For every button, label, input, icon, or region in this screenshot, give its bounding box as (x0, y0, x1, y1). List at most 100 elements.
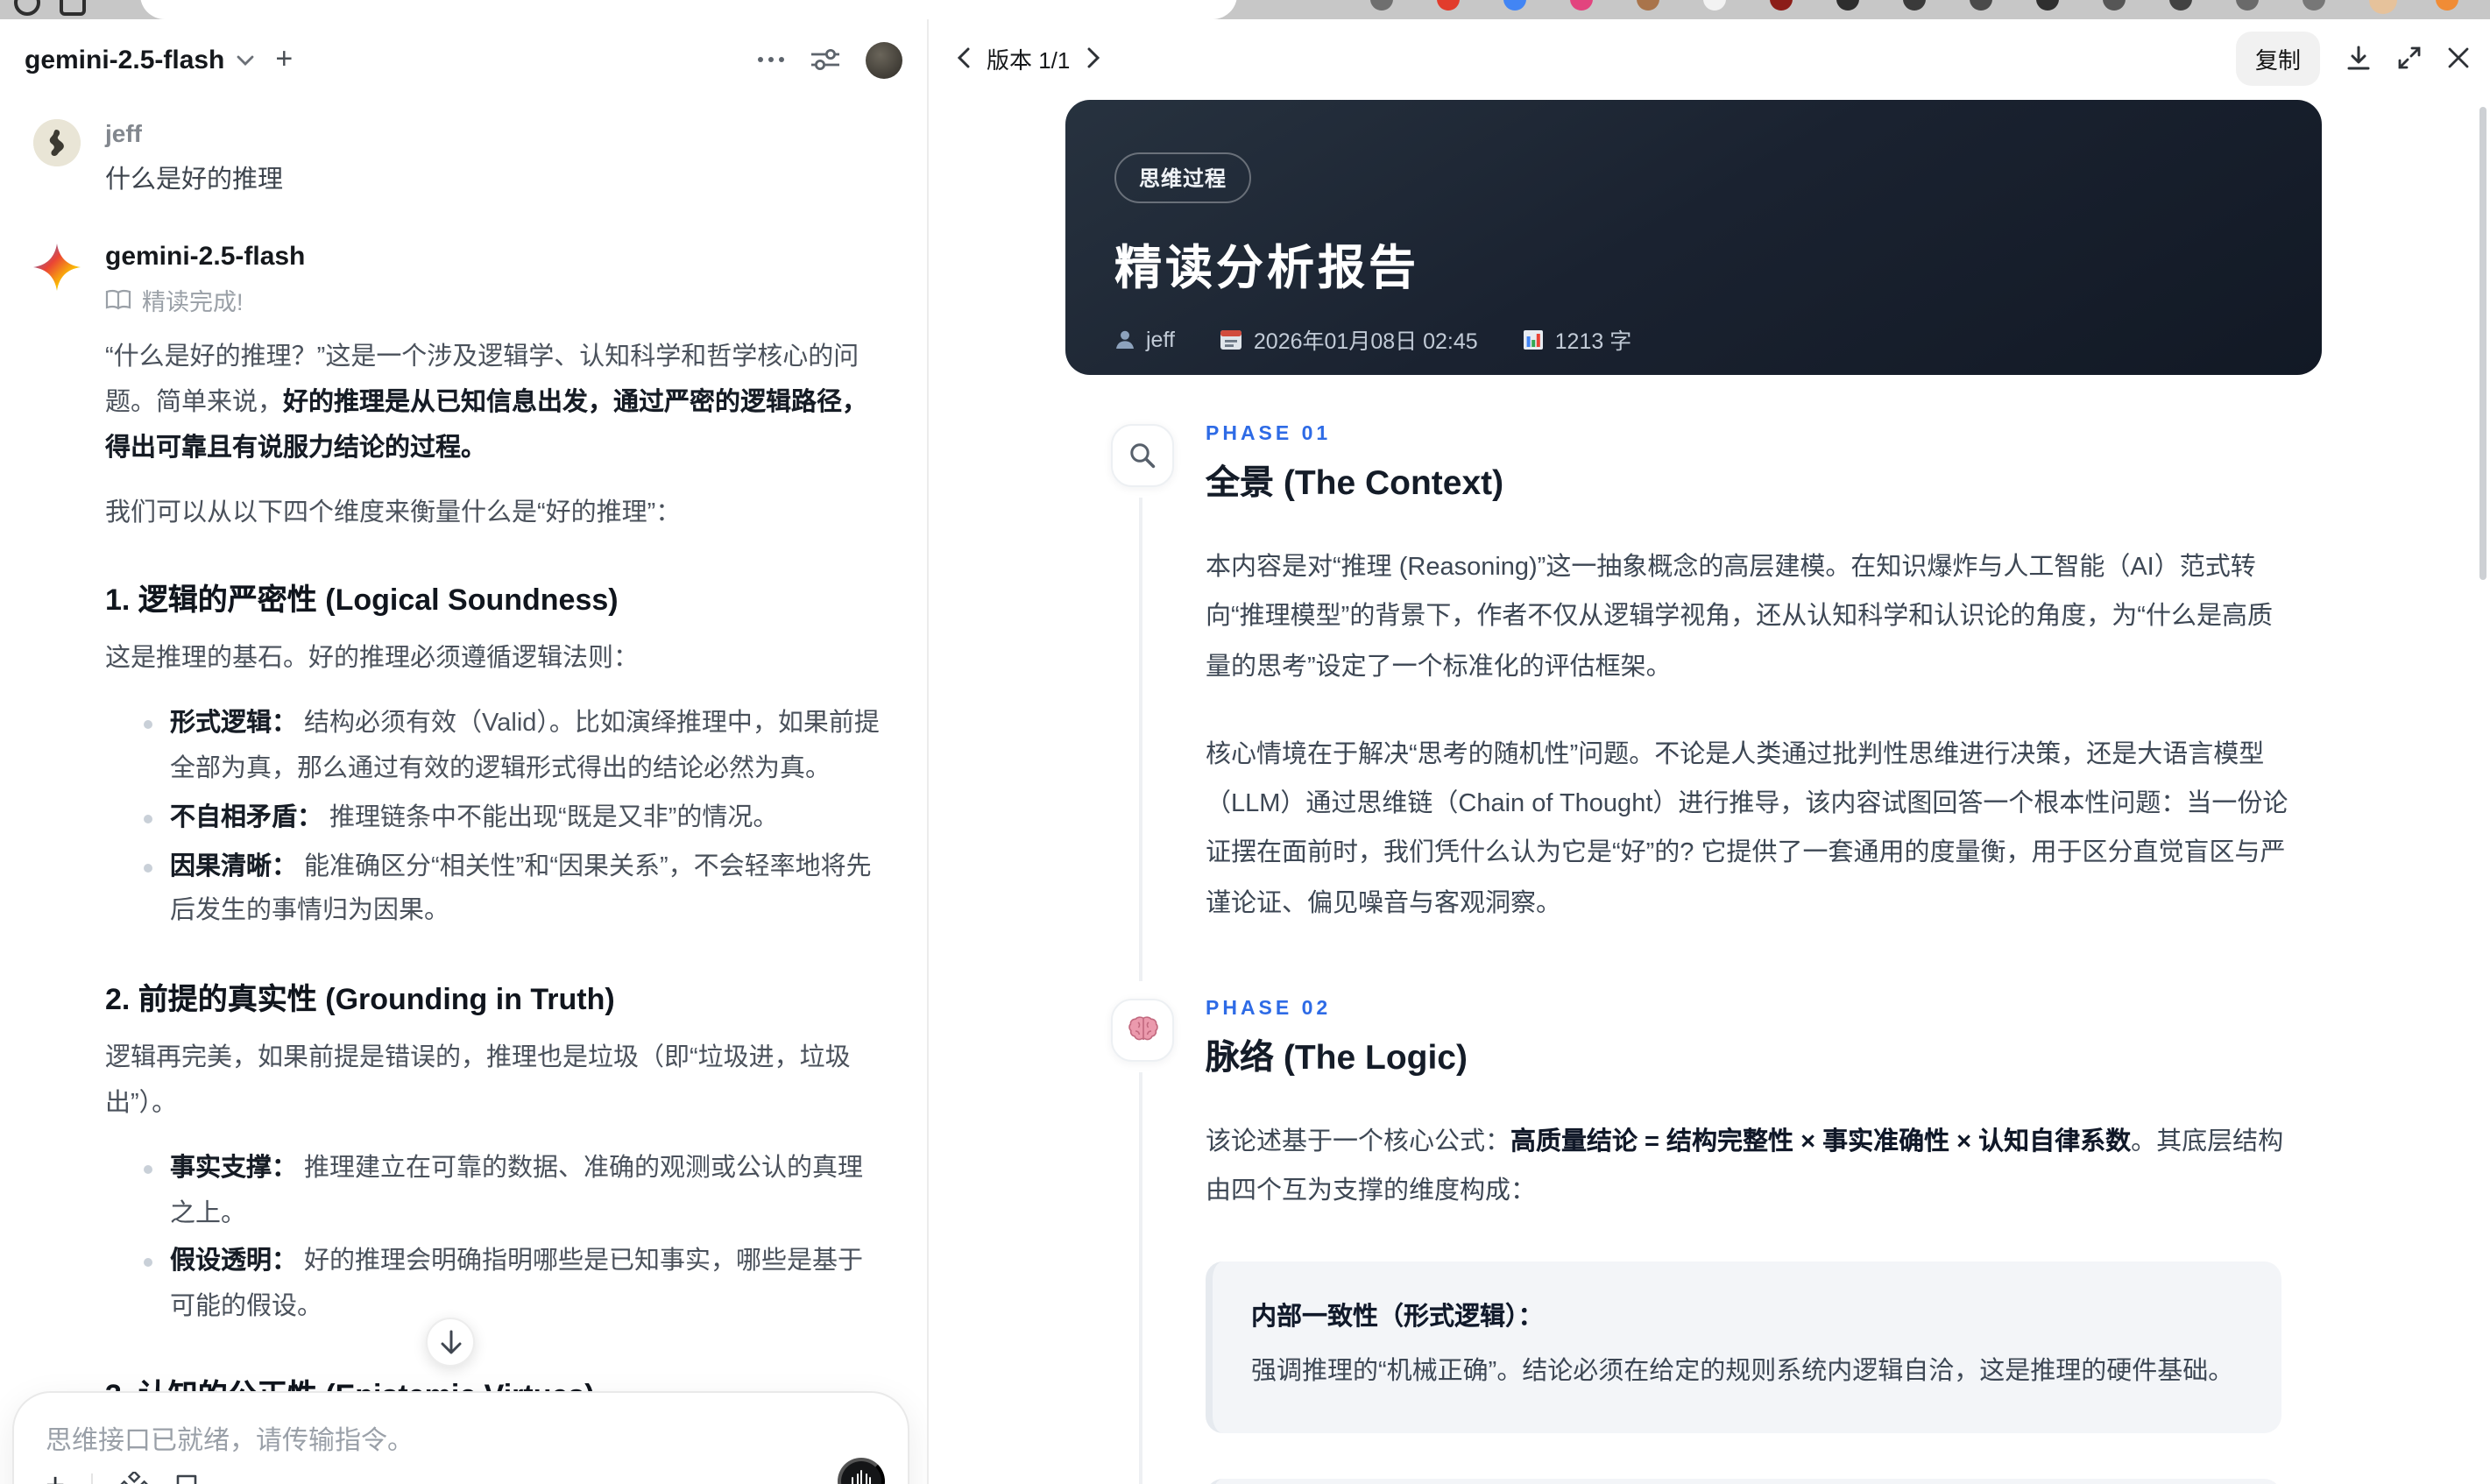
assistant-message: gemini-2.5-flash 精读完成! “什么是好的推理？”这是一个涉及逻… (33, 242, 899, 1484)
report-badge: 思维过程 (1114, 152, 1252, 203)
assistant-status: 精读完成! (105, 282, 883, 317)
assistant-status-text: 精读完成! (142, 289, 244, 316)
sparkle-tools-button[interactable] (119, 1472, 150, 1484)
chat-section-bullets: 事实支撑： 推理建立在可靠的数据、准确的观测或公认的真理之上。 假设透明： 好的推… (105, 1148, 883, 1332)
browser-extension-icon[interactable] (2036, 0, 2059, 11)
close-icon[interactable] (2448, 47, 2469, 68)
version-label: 版本 1/1 (987, 46, 1071, 73)
scroll-to-bottom-button[interactable] (426, 1318, 475, 1367)
chat-section-lead: 这是推理的基石。好的推理必须遵循逻辑法则： (105, 645, 639, 674)
user-message: jeff 什么是好的推理 (33, 117, 899, 196)
browser-extension-icon[interactable] (2436, 0, 2458, 11)
message-composer[interactable]: 思维接口已就绪，请传输指令。 + (12, 1391, 909, 1484)
browser-extension-icon[interactable] (1370, 0, 1393, 11)
brain-icon (1111, 998, 1174, 1062)
chat-section-lead: 逻辑再完美，如果前提是错误的，推理也是垃圾（即“垃圾进，垃圾出”）。 (105, 1044, 851, 1118)
artifact-topbar: 版本 1/1 复制 (929, 19, 2490, 96)
app-window: gemini-2.5-flash + jeff 什么是好的推理 gemini-2… (0, 19, 2490, 1484)
browser-toolbar (0, 0, 2490, 19)
fullscreen-icon[interactable] (2397, 46, 2422, 70)
browser-reload-icon[interactable] (14, 0, 40, 16)
browser-extension-icon[interactable] (1836, 0, 1859, 11)
version-next-icon[interactable] (1086, 47, 1100, 68)
artifact-actions: 复制 (2235, 31, 2469, 85)
phase-section-logic: PHASE 02 脉络 (The Logic) 该论述基于一个核心公式：高质量结… (1065, 998, 2322, 1484)
chat-section-heading: 1. 逻辑的严密性 (Logical Soundness) (105, 583, 619, 618)
browser-address-bar[interactable] (140, 0, 1237, 19)
report-wordcount: 1213 字 (1524, 322, 1631, 356)
download-icon[interactable] (2346, 45, 2371, 71)
copy-button[interactable]: 复制 (2235, 31, 2320, 85)
chat-bullet: 事实支撑： 推理建立在可靠的数据、准确的观测或公认的真理之上。 (144, 1148, 883, 1238)
browser-extension-icon[interactable] (1703, 0, 1726, 11)
phase-paragraph: 核心情境在于解决“思考的随机性”问题。不论是人类通过批判性思维进行决策，还是大语… (1206, 740, 2288, 918)
browser-extension-icon[interactable] (1503, 0, 1526, 11)
browser-extension-icon[interactable] (2303, 0, 2325, 11)
chat-bullet: 不自相矛盾： 推理链条中不能出现“既是又非”的情况。 (144, 797, 883, 843)
chat-header: gemini-2.5-flash + (0, 19, 927, 100)
phase-kicker: PHASE 02 (1206, 998, 1332, 1020)
phase-section-context: PHASE 01 全景 (The Context) 本内容是对“推理 (Reas… (1065, 424, 2322, 981)
user-avatar[interactable] (866, 41, 902, 78)
settings-sliders-icon[interactable] (811, 47, 839, 72)
magnifier-icon (1111, 424, 1174, 487)
browser-extension-icon[interactable] (1970, 0, 1992, 11)
dimension-card-text: 强调推理的“机械正确”。结论必须在给定的规则系统内逻辑自洽，这是推理的硬件基础。 (1251, 1358, 2234, 1387)
report-title: 精读分析报告 (1114, 242, 1419, 294)
chat-section-heading: 2. 前提的真实性 (Grounding in Truth) (105, 983, 615, 1017)
bar-chart-icon (1524, 329, 1544, 349)
report-meta: jeff 2026年01月08日 02:45 1213 字 (1114, 322, 2273, 356)
dimension-card: 外部真实性（前提基础）：强调推理的“经验校准”。解决“GIGO（垃圾进，垃圾出）… (1206, 1478, 2281, 1484)
logic-dimension-cards: 内部一致性（形式逻辑）： 强调推理的“机械正确”。结论必须在给定的规则系统内逻辑自… (1206, 1261, 2281, 1484)
report-author: jeff (1114, 327, 1175, 351)
voice-input-button[interactable] (838, 1458, 885, 1484)
composer-placeholder: 思维接口已就绪，请传输指令。 (46, 1426, 414, 1456)
attach-plus-button[interactable]: + (46, 1470, 65, 1484)
phase-kicker: PHASE 01 (1206, 424, 1332, 445)
browser-extension-icon[interactable] (2103, 0, 2126, 11)
phase-paragraph: 本内容是对“推理 (Reasoning)”这一抽象概念的高层建模。在知识爆炸与人… (1206, 554, 2273, 682)
browser-extension-icon[interactable] (1570, 0, 1593, 11)
bookmark-button[interactable] (175, 1473, 198, 1484)
gemini-star-icon (33, 244, 81, 292)
phase-title: 脉络 (The Logic) (1206, 1038, 1468, 1078)
model-selector[interactable]: gemini-2.5-flash (25, 45, 224, 74)
artifact-panel: 版本 1/1 复制 思维过程 精读分析报告 jeff 2026年01月08日 0… (929, 19, 2490, 1484)
assistant-intro: “什么是好的推理？”这是一个涉及逻辑学、认知科学和哲学核心的问题。简单来说，好的… (105, 343, 867, 463)
logic-formula: 该论述基于一个核心公式：高质量结论 = 结构完整性 × 事实准确性 × 认知自律… (1206, 1127, 2284, 1206)
arrow-down-icon (440, 1330, 461, 1354)
chat-bullet: 形式逻辑： 结构必须有效（Valid）。比如演绎推理中，如果前提全部为真，那么通… (144, 703, 883, 793)
assistant-lead: 我们可以从以下四个维度来衡量什么是“好的推理”： (105, 498, 682, 527)
browser-extension-icon[interactable] (2169, 0, 2192, 11)
person-icon (1116, 329, 1134, 348)
chevron-down-icon[interactable] (237, 53, 254, 66)
browser-apps-icon[interactable] (60, 0, 86, 16)
scrollbar-thumb[interactable] (2479, 107, 2486, 580)
browser-extension-icon[interactable] (1437, 0, 1460, 11)
version-navigation: 版本 1/1 (957, 41, 1100, 74)
chat-scroll-area[interactable]: jeff 什么是好的推理 gemini-2.5-flash 精读完成! “什么是… (0, 100, 927, 1484)
more-options-icon[interactable] (757, 56, 785, 63)
composer-toolbar: + (46, 1470, 198, 1484)
book-icon (105, 289, 131, 310)
assistant-name: gemini-2.5-flash (105, 242, 306, 272)
phase-paragraphs: 本内容是对“推理 (Reasoning)”这一抽象概念的高层建模。在知识爆炸与人… (1206, 543, 2322, 929)
user-message-author: jeff (105, 119, 142, 147)
toolbar-divider (91, 1473, 94, 1484)
version-prev-icon[interactable] (957, 47, 971, 68)
report-hero: 思维过程 精读分析报告 jeff 2026年01月08日 02:45 1213 … (1065, 100, 2322, 375)
artifact-document[interactable]: 思维过程 精读分析报告 jeff 2026年01月08日 02:45 1213 … (929, 96, 2490, 1484)
browser-extension-icon[interactable] (2369, 0, 2397, 14)
dimension-card-title: 内部一致性（形式逻辑）： (1251, 1304, 1544, 1332)
browser-extension-icon[interactable] (1637, 0, 1659, 11)
report-date: 2026年01月08日 02:45 (1220, 322, 1478, 356)
browser-extension-icon[interactable] (1903, 0, 1926, 11)
user-message-text: 什么是好的推理 (105, 166, 283, 195)
user-message-avatar (33, 119, 81, 166)
browser-extension-icon[interactable] (1770, 0, 1793, 11)
assistant-sections: 1. 逻辑的严密性 (Logical Soundness) 这是推理的基石。好的推… (105, 576, 883, 1484)
chat-section-bullets: 形式逻辑： 结构必须有效（Valid）。比如演绎推理中，如果前提全部为真，那么通… (105, 703, 883, 936)
new-chat-button[interactable]: + (275, 42, 293, 77)
browser-extension-icon[interactable] (2236, 0, 2259, 11)
chat-bullet: 假设透明： 好的推理会明确指明哪些是已知事实，哪些是基于可能的假设。 (144, 1241, 883, 1332)
